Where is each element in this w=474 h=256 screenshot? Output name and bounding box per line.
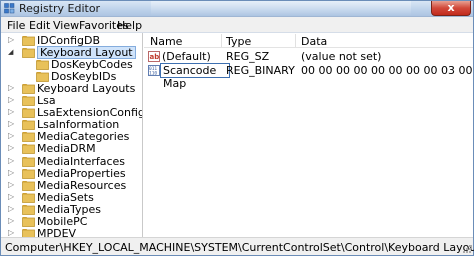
tree-item[interactable]: ▷ MediaDRM xyxy=(2,142,142,156)
tree-item[interactable]: ▷ LsaInformation xyxy=(2,118,142,132)
tree-item-label: DosKeybCodes xyxy=(51,58,133,72)
folder-icon xyxy=(22,36,35,46)
tree-item[interactable]: ◢ Keyboard Layout xyxy=(2,46,142,60)
tree-item-label: MediaInterfaces xyxy=(37,154,126,168)
list-header: Name Type Data xyxy=(144,33,473,48)
menu-edit[interactable]: Edit xyxy=(29,19,50,32)
close-button[interactable]: x xyxy=(431,1,471,16)
tree-item[interactable]: ▷ IDConfigDB xyxy=(2,34,142,47)
tree-item[interactable]: ▷ Lsa xyxy=(2,94,142,108)
tree-item[interactable]: DosKeybIDs xyxy=(2,70,142,84)
tree-item[interactable]: ▷ Keyboard Layouts xyxy=(2,82,142,96)
status-key-path: Computer\HKEY_LOCAL_MACHINE\SYSTEM\Curre… xyxy=(5,241,474,254)
value-data: (value not set) xyxy=(301,50,382,63)
column-header-type[interactable]: Type xyxy=(226,35,251,48)
menu-bar: File Edit View Favorites Help xyxy=(1,17,473,33)
menu-help[interactable]: Help xyxy=(117,19,142,32)
status-bar: Computer\HKEY_LOCAL_MACHINE\SYSTEM\Curre… xyxy=(1,237,474,255)
tree-item-label: MediaDRM xyxy=(37,142,96,156)
expand-arrow-icon[interactable]: ▷ xyxy=(8,84,16,92)
tree-item[interactable]: ▷ MediaSets xyxy=(2,190,142,204)
title-bar: Registry Editor x xyxy=(1,1,473,17)
column-header-name[interactable]: Name xyxy=(150,35,182,48)
value-name: (Default) xyxy=(162,50,211,63)
column-divider[interactable] xyxy=(295,34,296,47)
value-row-scancode-map[interactable]: 011 110 Scancode Map REG_BINARY 00 00 00… xyxy=(144,63,473,90)
value-type: REG_BINARY xyxy=(226,64,295,77)
expand-arrow-icon[interactable]: ▷ xyxy=(8,156,16,165)
registry-editor-window: Registry Editor x File Edit View Favorit… xyxy=(0,0,474,256)
tree-item-label: MediaProperties xyxy=(37,166,126,180)
svg-text:110: 110 xyxy=(149,71,157,77)
binary-value-icon: 011 110 xyxy=(148,65,160,76)
svg-text:ab: ab xyxy=(150,53,160,61)
string-value-icon: ab xyxy=(148,51,160,62)
tree-item-label: DosKeybIDs xyxy=(51,70,117,84)
folder-icon xyxy=(22,48,35,58)
tree-item-label: LsaInformation xyxy=(37,118,120,132)
folder-icon xyxy=(22,204,35,215)
tree-item-label: Lsa xyxy=(37,94,56,108)
folder-icon xyxy=(22,192,35,203)
tree-item-label: MobilePC xyxy=(37,214,88,228)
column-divider[interactable] xyxy=(221,34,222,47)
folder-icon xyxy=(22,132,35,143)
column-header-data[interactable]: Data xyxy=(301,35,327,48)
tree-item[interactable]: ▷ MobilePC xyxy=(2,214,142,228)
folder-icon xyxy=(22,84,35,95)
folder-icon xyxy=(22,168,35,179)
tree-item-label: MediaResources xyxy=(37,178,127,192)
folder-icon xyxy=(36,60,49,70)
folder-icon xyxy=(36,72,49,82)
title-bar-glass xyxy=(151,1,411,16)
expand-arrow-icon[interactable]: ▷ xyxy=(8,216,16,225)
expand-arrow-icon[interactable]: ▷ xyxy=(8,204,16,213)
registry-values-list[interactable]: Name Type Data ab (Default) REG_SZ (valu… xyxy=(144,33,473,238)
tree-item[interactable]: ▷ MediaResources xyxy=(2,178,142,192)
tree-item[interactable]: DosKeybCodes xyxy=(2,58,142,72)
collapse-arrow-icon[interactable]: ◢ xyxy=(8,48,16,56)
tree-item[interactable]: ▷ MediaInterfaces xyxy=(2,154,142,168)
tree-item-label: LsaExtensionConfig xyxy=(37,106,143,120)
tree-item[interactable]: ▷ MediaCategories xyxy=(2,130,142,144)
tree-item-label: MediaCategories xyxy=(37,130,130,144)
folder-icon xyxy=(22,108,35,119)
tree-item[interactable]: ▷ LsaExtensionConfig xyxy=(2,106,143,120)
value-name: Scancode Map xyxy=(163,64,217,90)
tree-item-label: Keyboard Layout xyxy=(37,46,136,60)
tree-item-label: IDConfigDB xyxy=(37,34,101,47)
expand-arrow-icon[interactable]: ▷ xyxy=(8,144,16,152)
expand-arrow-icon[interactable]: ▷ xyxy=(8,228,16,237)
window-title: Registry Editor xyxy=(19,2,101,15)
folder-icon xyxy=(22,216,35,227)
folder-icon xyxy=(22,96,35,107)
expand-arrow-icon[interactable]: ▷ xyxy=(8,168,16,177)
expand-arrow-icon[interactable]: ▷ xyxy=(8,192,16,201)
tree-item-label: Keyboard Layouts xyxy=(37,82,136,96)
tree-item-label: MediaTypes xyxy=(37,202,102,216)
expand-arrow-icon[interactable]: ▷ xyxy=(8,180,16,189)
folder-icon xyxy=(22,120,35,131)
value-data: 00 00 00 00 00 00 00 00 03 00 00 00 00 0… xyxy=(301,64,473,77)
folder-icon xyxy=(22,144,35,155)
rename-input[interactable]: Scancode Map xyxy=(160,63,230,90)
expand-arrow-icon[interactable]: ▷ xyxy=(8,132,16,140)
tree-item[interactable]: ▷ MediaProperties xyxy=(2,166,142,180)
tree-item[interactable]: ▷ MediaTypes xyxy=(2,202,142,216)
expand-arrow-icon[interactable]: ▷ xyxy=(8,120,16,128)
folder-icon xyxy=(22,156,35,167)
folder-icon xyxy=(22,180,35,191)
registry-editor-icon xyxy=(4,3,15,14)
value-row-default[interactable]: ab (Default) REG_SZ (value not set) xyxy=(144,50,473,64)
registry-key-tree[interactable]: ▷ IDConfigDB ◢ Keyboard Layout DosKeybCodes D… xyxy=(2,33,143,238)
value-type: REG_SZ xyxy=(226,50,270,63)
expand-arrow-icon[interactable]: ▷ xyxy=(8,108,16,116)
tree-item-label: MediaSets xyxy=(37,190,94,204)
resize-grip-icon[interactable] xyxy=(462,244,472,254)
expand-arrow-icon[interactable]: ▷ xyxy=(8,36,16,44)
expand-arrow-icon[interactable]: ▷ xyxy=(8,96,16,104)
close-icon: x xyxy=(447,1,455,14)
menu-view[interactable]: View xyxy=(53,19,79,32)
menu-file[interactable]: File xyxy=(7,19,25,32)
